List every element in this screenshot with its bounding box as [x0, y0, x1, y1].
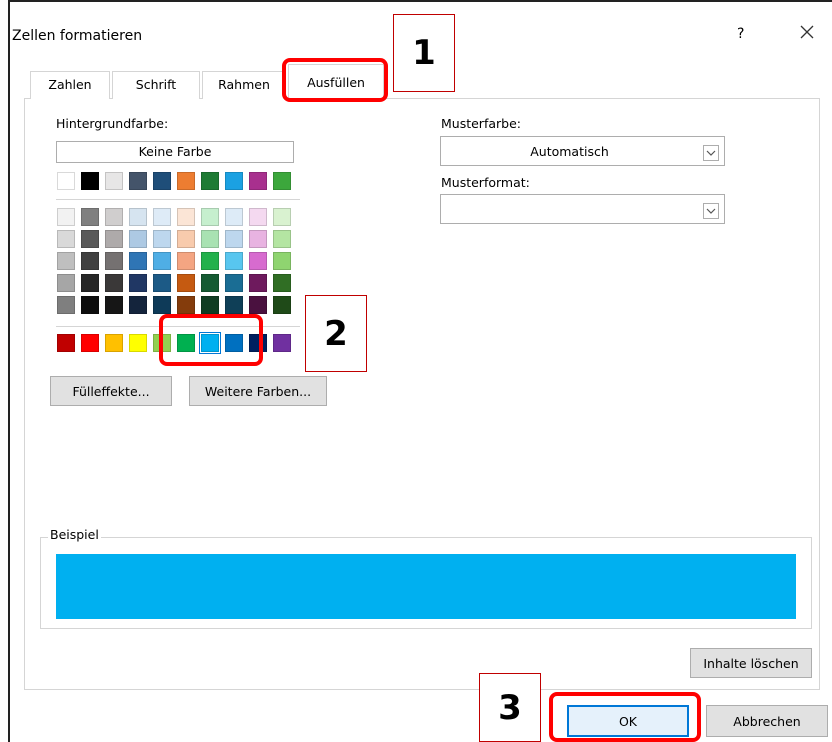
more-colors-button[interactable]: Weitere Farben... — [189, 376, 327, 406]
color-swatch[interactable] — [249, 274, 267, 292]
tab-zahlen[interactable]: Zahlen — [30, 71, 110, 99]
color-swatch[interactable] — [57, 274, 75, 292]
color-swatch[interactable] — [105, 252, 123, 270]
color-swatch[interactable] — [105, 296, 123, 314]
color-swatch[interactable] — [177, 172, 195, 190]
color-swatch[interactable] — [225, 252, 243, 270]
color-swatch[interactable] — [129, 172, 147, 190]
sample-preview — [56, 554, 796, 619]
color-swatch[interactable] — [273, 172, 291, 190]
window-frame-left — [8, 0, 10, 742]
chevron-down-icon — [703, 203, 719, 219]
color-swatch[interactable] — [57, 172, 75, 190]
color-swatch[interactable] — [153, 230, 171, 248]
pattern-format-value — [441, 195, 698, 223]
color-swatch[interactable] — [201, 274, 219, 292]
color-swatch[interactable] — [153, 252, 171, 270]
color-swatch[interactable] — [273, 252, 291, 270]
color-swatch[interactable] — [273, 334, 291, 352]
pattern-color-label: Musterfarbe: — [441, 116, 521, 131]
help-button[interactable]: ? — [737, 26, 744, 42]
color-swatch[interactable] — [81, 274, 99, 292]
color-swatch[interactable] — [57, 230, 75, 248]
dialog-title: Zellen formatieren — [12, 28, 143, 44]
annotation-highlight-tab — [282, 58, 388, 102]
color-swatch[interactable] — [177, 208, 195, 226]
cancel-button[interactable]: Abbrechen — [706, 705, 828, 737]
color-swatch[interactable] — [81, 334, 99, 352]
color-swatch[interactable] — [57, 252, 75, 270]
color-swatch[interactable] — [81, 296, 99, 314]
color-swatch[interactable] — [201, 252, 219, 270]
color-swatch[interactable] — [129, 334, 147, 352]
pattern-format-label: Musterformat: — [441, 175, 530, 190]
color-swatch[interactable] — [249, 208, 267, 226]
color-swatch[interactable] — [57, 208, 75, 226]
color-swatch[interactable] — [273, 230, 291, 248]
color-swatch[interactable] — [57, 334, 75, 352]
color-swatch[interactable] — [177, 252, 195, 270]
annotation-highlight-ok — [549, 692, 701, 742]
color-swatch[interactable] — [225, 172, 243, 190]
color-swatch[interactable] — [105, 230, 123, 248]
color-swatch[interactable] — [273, 208, 291, 226]
color-swatch[interactable] — [201, 296, 219, 314]
color-swatch[interactable] — [249, 230, 267, 248]
color-swatch[interactable] — [225, 296, 243, 314]
palette-separator — [56, 199, 300, 200]
no-color-button[interactable]: Keine Farbe — [56, 141, 294, 163]
color-swatch[interactable] — [273, 274, 291, 292]
color-swatch[interactable] — [129, 274, 147, 292]
background-color-label: Hintergrundfarbe: — [56, 116, 169, 131]
color-swatch[interactable] — [81, 252, 99, 270]
color-swatch[interactable] — [105, 208, 123, 226]
color-swatch[interactable] — [225, 230, 243, 248]
color-swatch[interactable] — [249, 296, 267, 314]
color-swatch[interactable] — [273, 296, 291, 314]
color-swatch[interactable] — [201, 208, 219, 226]
color-swatch[interactable] — [153, 296, 171, 314]
color-swatch[interactable] — [129, 296, 147, 314]
color-swatch[interactable] — [129, 230, 147, 248]
fill-effects-button[interactable]: Fülleffekte... — [50, 376, 172, 406]
color-swatch[interactable] — [225, 208, 243, 226]
color-swatch[interactable] — [129, 208, 147, 226]
pattern-color-select[interactable]: Automatisch — [440, 136, 725, 166]
color-swatch[interactable] — [177, 296, 195, 314]
color-swatch[interactable] — [177, 274, 195, 292]
close-icon — [800, 25, 814, 39]
clear-contents-button[interactable]: Inhalte löschen — [690, 648, 812, 678]
color-swatch[interactable] — [57, 296, 75, 314]
annotation-number-2: 2 — [305, 295, 367, 372]
tab-rahmen[interactable]: Rahmen — [202, 71, 286, 99]
annotation-highlight-color — [159, 314, 263, 366]
annotation-number-3: 3 — [479, 673, 541, 742]
color-swatch[interactable] — [225, 274, 243, 292]
color-swatch[interactable] — [81, 230, 99, 248]
color-swatch[interactable] — [81, 208, 99, 226]
color-swatch[interactable] — [153, 172, 171, 190]
color-swatch[interactable] — [201, 172, 219, 190]
color-swatch[interactable] — [105, 334, 123, 352]
window-frame-top — [8, 0, 832, 2]
pattern-color-value: Automatisch — [530, 143, 609, 159]
color-swatch[interactable] — [201, 230, 219, 248]
color-swatch[interactable] — [177, 230, 195, 248]
color-swatch[interactable] — [129, 252, 147, 270]
close-button[interactable] — [795, 20, 819, 44]
color-swatch[interactable] — [105, 172, 123, 190]
color-swatch[interactable] — [249, 172, 267, 190]
color-swatch[interactable] — [81, 172, 99, 190]
color-swatch[interactable] — [153, 274, 171, 292]
annotation-number-1: 1 — [393, 14, 455, 92]
chevron-down-icon — [703, 145, 719, 161]
tab-schrift[interactable]: Schrift — [112, 71, 200, 99]
sample-label: Beispiel — [48, 527, 101, 542]
color-swatch[interactable] — [249, 252, 267, 270]
color-swatch[interactable] — [105, 274, 123, 292]
pattern-format-select[interactable] — [440, 194, 725, 224]
color-swatch[interactable] — [153, 208, 171, 226]
